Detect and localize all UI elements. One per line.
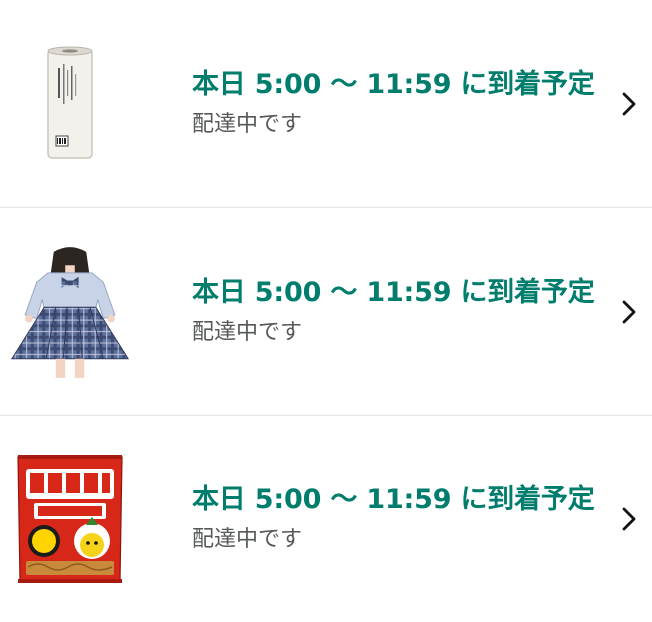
product-image-lint-roller	[8, 29, 132, 179]
delivery-item[interactable]: 本日 5:00 〜 11:59 に到着予定 配達中です	[0, 416, 652, 622]
chevron-right-icon[interactable]	[618, 297, 640, 327]
chevron-right-icon[interactable]	[618, 89, 640, 119]
arrival-time: 本日 5:00 〜 11:59 に到着予定	[192, 484, 595, 515]
delivery-status: 配達中です	[192, 319, 303, 345]
delivery-list: 本日 5:00 〜 11:59 に到着予定 配達中です 本日 5:00 〜 11…	[0, 0, 652, 622]
arrival-time: 本日 5:00 〜 11:59 に到着予定	[192, 276, 595, 308]
delivery-item[interactable]: 本日 5:00 〜 11:59 に到着予定 配達中です	[0, 0, 652, 208]
product-image-school-uniform	[8, 237, 132, 387]
delivery-status: 配達中です	[192, 111, 303, 137]
arrival-time: 本日 5:00 〜 11:59 に到着予定	[192, 68, 595, 100]
delivery-item[interactable]: 本日 5:00 〜 11:59 に到着予定 配達中です	[0, 208, 652, 416]
delivery-status: 配達中です	[192, 527, 303, 552]
chevron-right-icon[interactable]	[618, 504, 640, 534]
product-image-snack-bag	[8, 444, 132, 594]
